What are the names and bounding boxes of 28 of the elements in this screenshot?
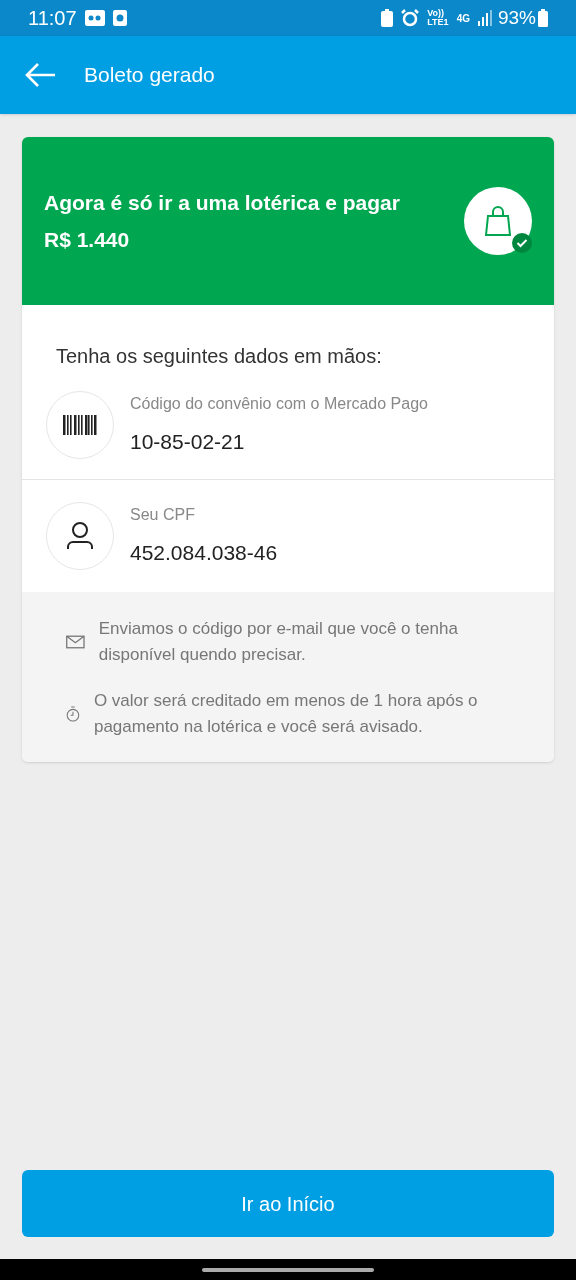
detail-value: 452.084.038-46 [130, 540, 278, 567]
volte-label: Vo)) [427, 9, 445, 18]
home-button[interactable]: Ir ao Início [22, 1170, 554, 1237]
signal-icon [477, 10, 492, 26]
home-handle[interactable] [202, 1267, 374, 1272]
person-icon [66, 521, 94, 551]
status-time: 11:07 [28, 6, 77, 31]
detail-label: Código do convênio com o Mercado Pago [130, 394, 428, 415]
voicemail-icon [84, 10, 105, 26]
lte-label: LTE1 [427, 18, 449, 27]
detail-value: 10-85-02-21 [130, 429, 246, 456]
back-arrow-icon [24, 62, 56, 88]
note-text: Enviamos o código por e-mail que você o tenha disponível quendo precisar. [98, 618, 459, 666]
note-text: O valor será creditado em menos de 1 hora após o pagamento na lotérica e você será avisado. [93, 690, 479, 738]
banner-amount: R$ 1.440 [44, 227, 131, 253]
alarm-icon [401, 9, 420, 27]
banner-message: Agora é só ir a uma lotérica e pagar [44, 189, 401, 216]
network-label: 4G [456, 11, 470, 26]
battery-percent: 93% [497, 5, 536, 30]
battery-icon [538, 9, 548, 27]
barcode-icon [63, 415, 97, 435]
app-notification-icon [112, 10, 127, 26]
shopping-bag-icon [484, 206, 512, 236]
screen-title: Boleto gerado [84, 62, 215, 89]
mail-icon [66, 633, 85, 651]
detail-label: Seu CPF [130, 505, 196, 526]
battery-saver-icon [381, 9, 394, 27]
details-heading: Tenha os seguintes dados em mãos: [55, 344, 383, 369]
